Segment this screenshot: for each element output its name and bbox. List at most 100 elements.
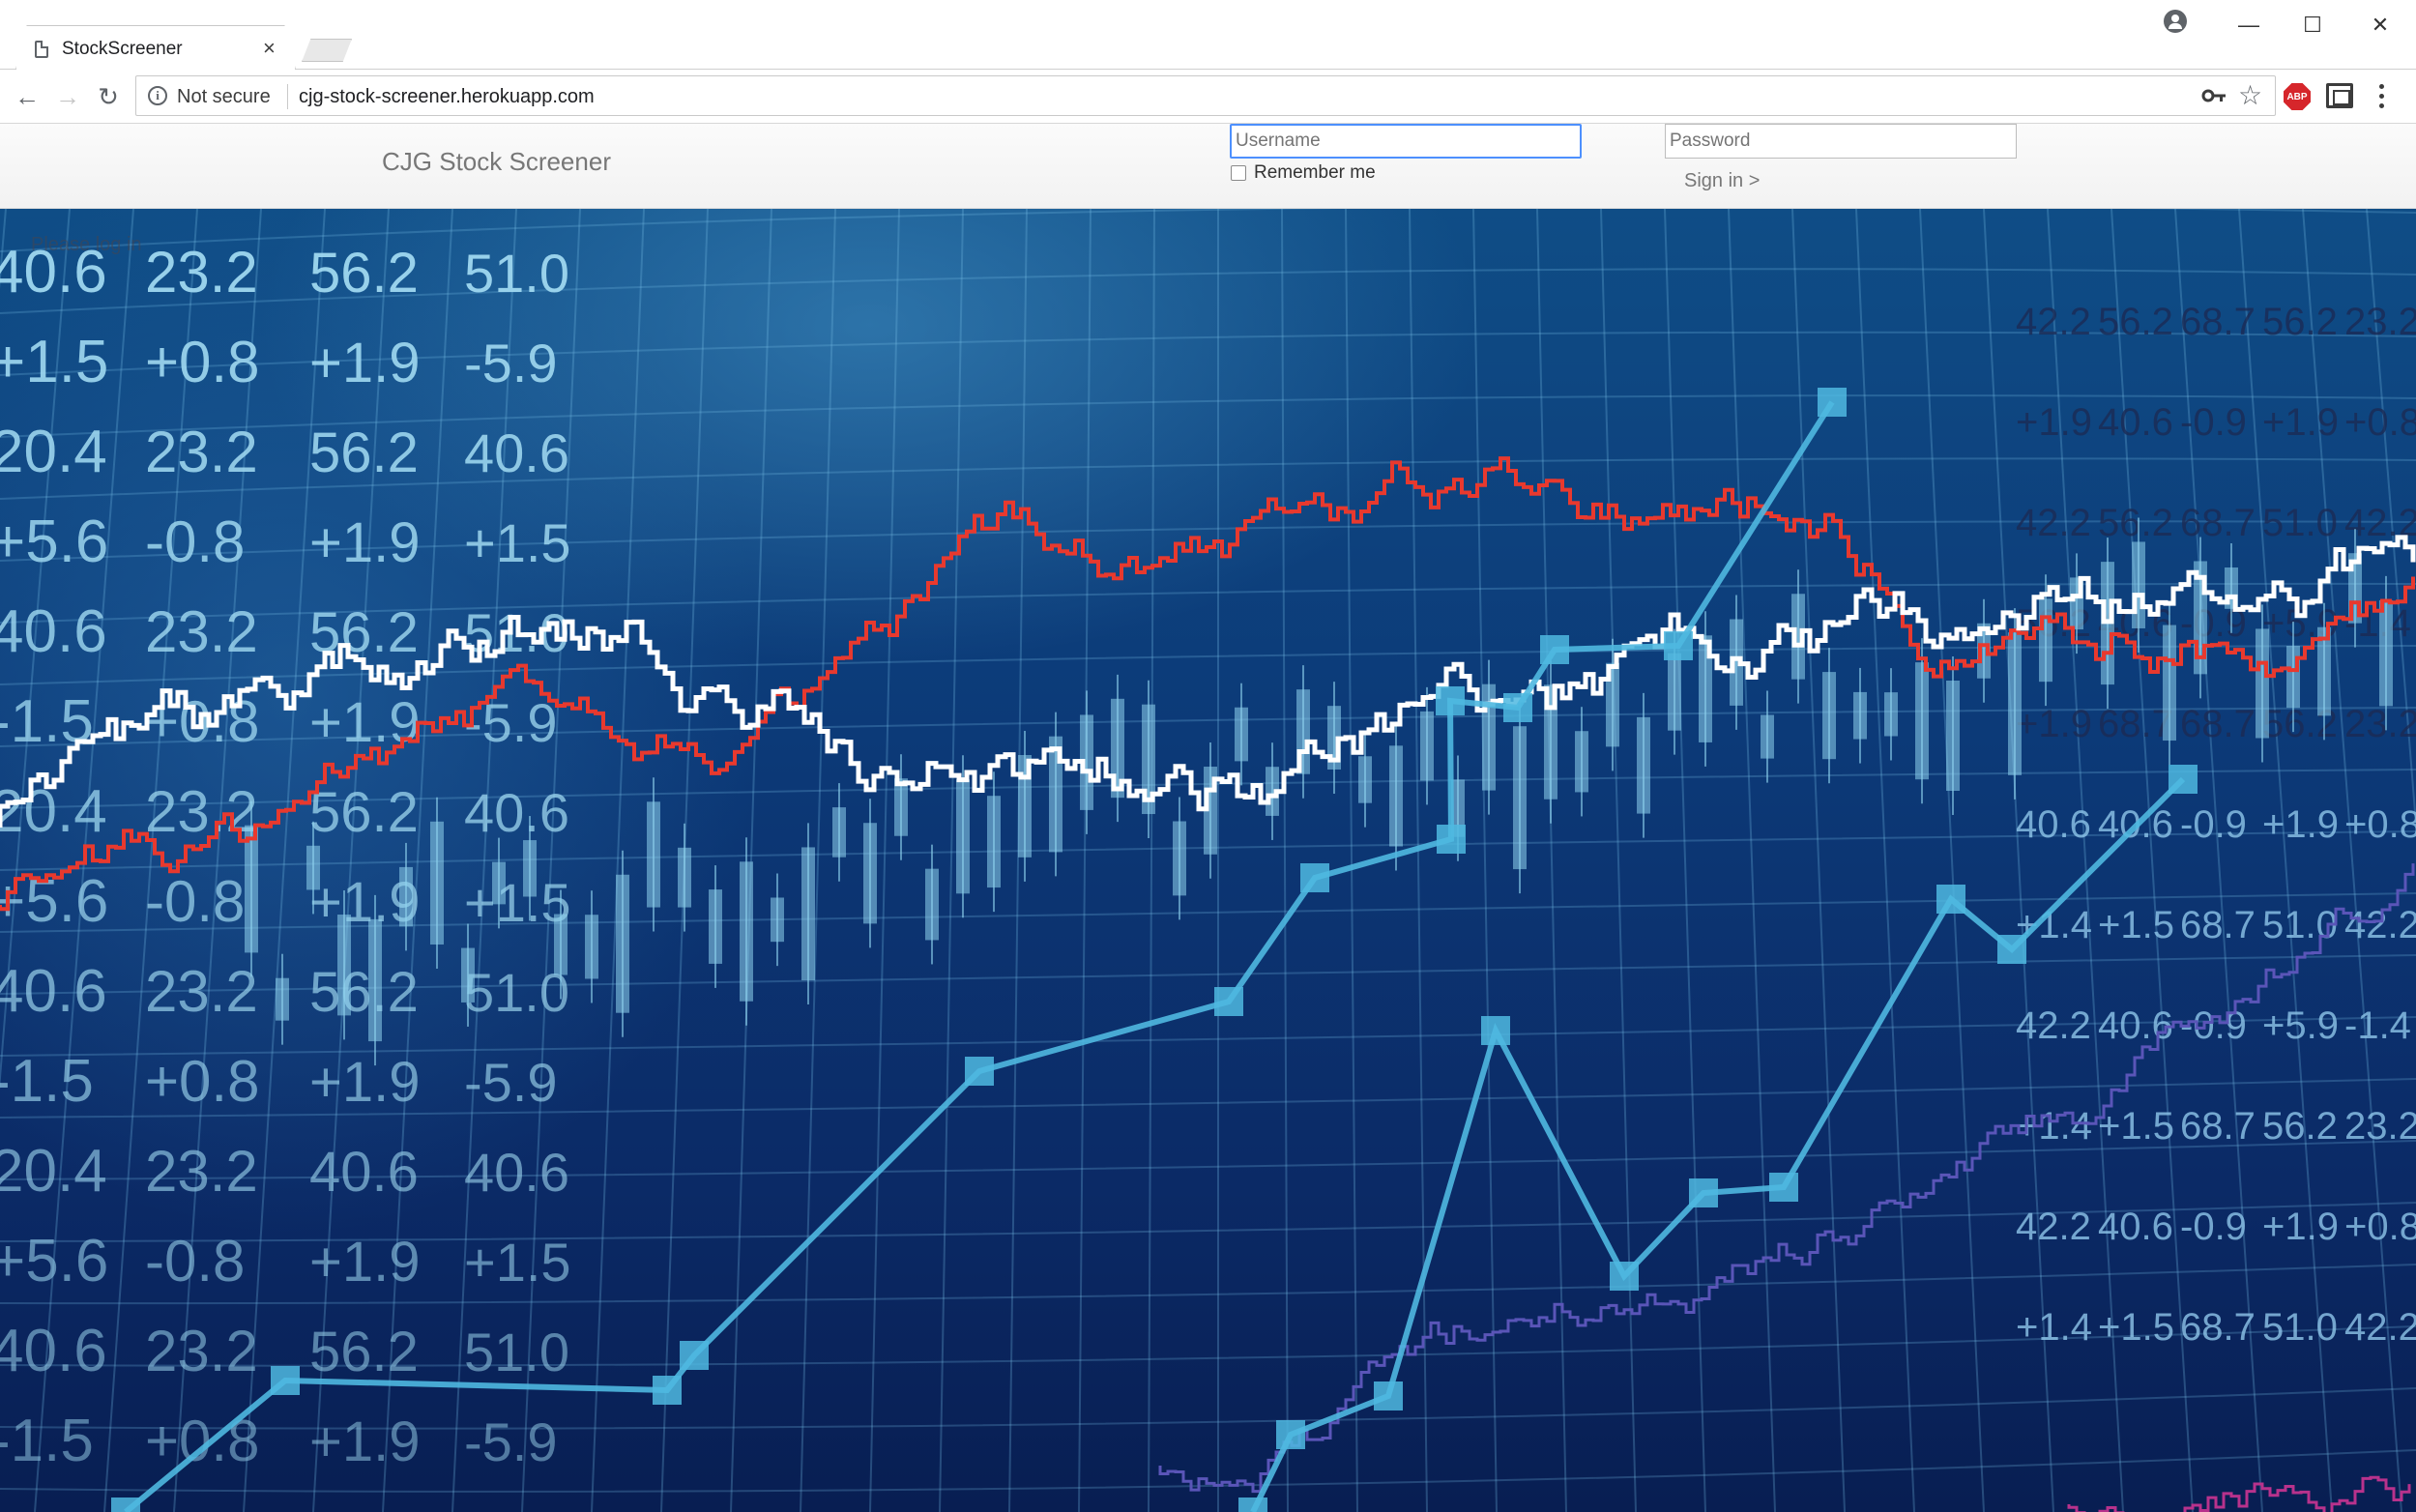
back-icon[interactable]: ← [10, 79, 44, 114]
candle-body [2379, 599, 2393, 707]
tab-content[interactable]: StockScreener [35, 33, 183, 66]
remember-label[interactable]: Remember me [1254, 162, 1376, 184]
ticker-number: 23.2 [145, 599, 258, 664]
minimize-icon[interactable]: — [2229, 6, 2268, 44]
candle-body [585, 915, 598, 979]
adblock-icon[interactable]: ABP [2284, 83, 2311, 110]
ticker-number: 56.2 [2098, 301, 2173, 343]
candle-body [1853, 691, 1867, 740]
candle-body [987, 796, 1001, 888]
sign-in-button[interactable]: Sign in > [1684, 170, 1760, 192]
chart-node [653, 1376, 682, 1405]
ticker-number: 23.2 [145, 1319, 258, 1383]
candle-body [399, 866, 413, 927]
ticker-number: -0.9 [2180, 803, 2247, 846]
cast-icon[interactable] [2326, 83, 2353, 108]
maximize-icon[interactable]: ☐ [2293, 6, 2332, 44]
candle-body [616, 874, 629, 1013]
ticker-number: 40.6 [0, 598, 107, 665]
address-bar[interactable]: i Not secure cjg-stock-screener.herokuap… [135, 75, 2276, 116]
chart-node [1540, 635, 1569, 664]
ticker-number: -0.8 [145, 509, 245, 574]
url-text[interactable]: cjg-stock-screener.herokuapp.com [299, 86, 595, 108]
chart-node [271, 1366, 300, 1395]
chart-node [111, 1497, 140, 1512]
ticker-number: +1.9 [2016, 401, 2092, 444]
ticker-number: 56.2 [2262, 301, 2338, 343]
remember-me[interactable]: Remember me [1231, 162, 1376, 184]
ticker-number: 20.4 [0, 419, 107, 485]
ticker-number: 40.6 [0, 1318, 107, 1384]
candle-body [1822, 672, 1836, 760]
ticker-number: 42.2 [2016, 502, 2091, 544]
ticker-number: +1.9 [2016, 703, 2092, 745]
ticker-number: +1.9 [309, 1410, 421, 1473]
grid-vertical-line [0, 209, 71, 1090]
ticker-number: -1.5 [0, 1048, 94, 1115]
grid-vertical-line [1148, 209, 1155, 1512]
ticker-number: +1.9 [309, 511, 421, 574]
login-form: Remember me Sign in > [0, 124, 2416, 209]
close-tab-icon[interactable]: × [263, 35, 276, 62]
candle-body [1389, 745, 1403, 847]
browser-tabstrip: StockScreener × — ☐ ✕ [0, 0, 2416, 70]
chart-node [2169, 765, 2198, 794]
candle-body [771, 897, 784, 943]
chart-node [1374, 1381, 1403, 1410]
grid-vertical-line [1728, 209, 1776, 1512]
remember-checkbox[interactable] [1231, 165, 1246, 181]
chart-node [965, 1057, 994, 1086]
chart-node [1689, 1178, 1718, 1207]
reload-icon[interactable]: ↻ [91, 79, 126, 114]
ticker-number: 42.2 [2016, 1206, 2091, 1248]
ticker-number: 51.0 [464, 1322, 569, 1382]
grid-vertical-line [591, 209, 645, 1512]
ticker-number: -0.8 [145, 869, 245, 934]
key-icon[interactable] [2201, 86, 2227, 105]
candle-body [2163, 625, 2176, 741]
ticker-number: 68.7 [2180, 703, 2256, 745]
ticker-number: 40.6 [464, 1142, 569, 1203]
candle-body [492, 861, 506, 905]
password-input[interactable] [1665, 124, 2017, 159]
tab-title: StockScreener [62, 39, 183, 59]
ticker-number: 56.2 [309, 422, 419, 484]
chart-node [1214, 987, 1243, 1016]
close-window-icon[interactable]: ✕ [2361, 6, 2400, 44]
candle-body [1358, 756, 1372, 803]
security-label[interactable]: Not secure [177, 86, 271, 108]
ticker-number: 23.2 [2344, 703, 2416, 745]
forward-icon[interactable]: → [50, 79, 85, 114]
candle-body [1513, 726, 1527, 870]
candle-body [2256, 628, 2269, 739]
hero-background-image: 40.6 +1.5 20.4 +5.6 40.6 -1.5 20.4 +5.6 40.6 -1.5… [0, 209, 2416, 1512]
candle-body [678, 847, 691, 908]
more-menu-icon[interactable] [2378, 81, 2384, 110]
ticker-number: +0.8 [2344, 803, 2416, 846]
grid-vertical-line [1855, 209, 1915, 1512]
info-icon[interactable]: i [148, 86, 167, 105]
omnibox-divider [287, 84, 288, 109]
candle-body [461, 947, 475, 1003]
candle-body [647, 801, 660, 908]
bookmark-star-icon[interactable]: ☆ [2238, 80, 2262, 111]
ticker-number: -5.9 [464, 1411, 558, 1472]
ticker-number: -0.8 [145, 1229, 245, 1294]
candle-body [925, 868, 939, 941]
ticker-number: 68.7 [2180, 502, 2256, 544]
browser-toolbar: ← → ↻ i Not secure cjg-stock-screener.he… [0, 70, 2416, 124]
ticker-number: 40.6 [464, 782, 569, 843]
profile-icon[interactable] [2164, 10, 2187, 33]
grid-vertical-line [312, 209, 390, 1512]
ticker-number: 56.2 [309, 242, 419, 305]
ticker-number: 23.2 [2344, 301, 2416, 343]
candle-body [1235, 707, 1248, 762]
username-input[interactable] [1230, 124, 1582, 159]
ticker-number: 40.6 [2016, 803, 2091, 846]
candle-body [2132, 541, 2145, 628]
page-icon [35, 41, 48, 58]
new-tab-button[interactable] [302, 39, 352, 62]
ticker-number: 40.6 [0, 958, 107, 1025]
ticker-number: 42.2 [2016, 1004, 2091, 1047]
ticker-number: 51.0 [464, 962, 569, 1023]
